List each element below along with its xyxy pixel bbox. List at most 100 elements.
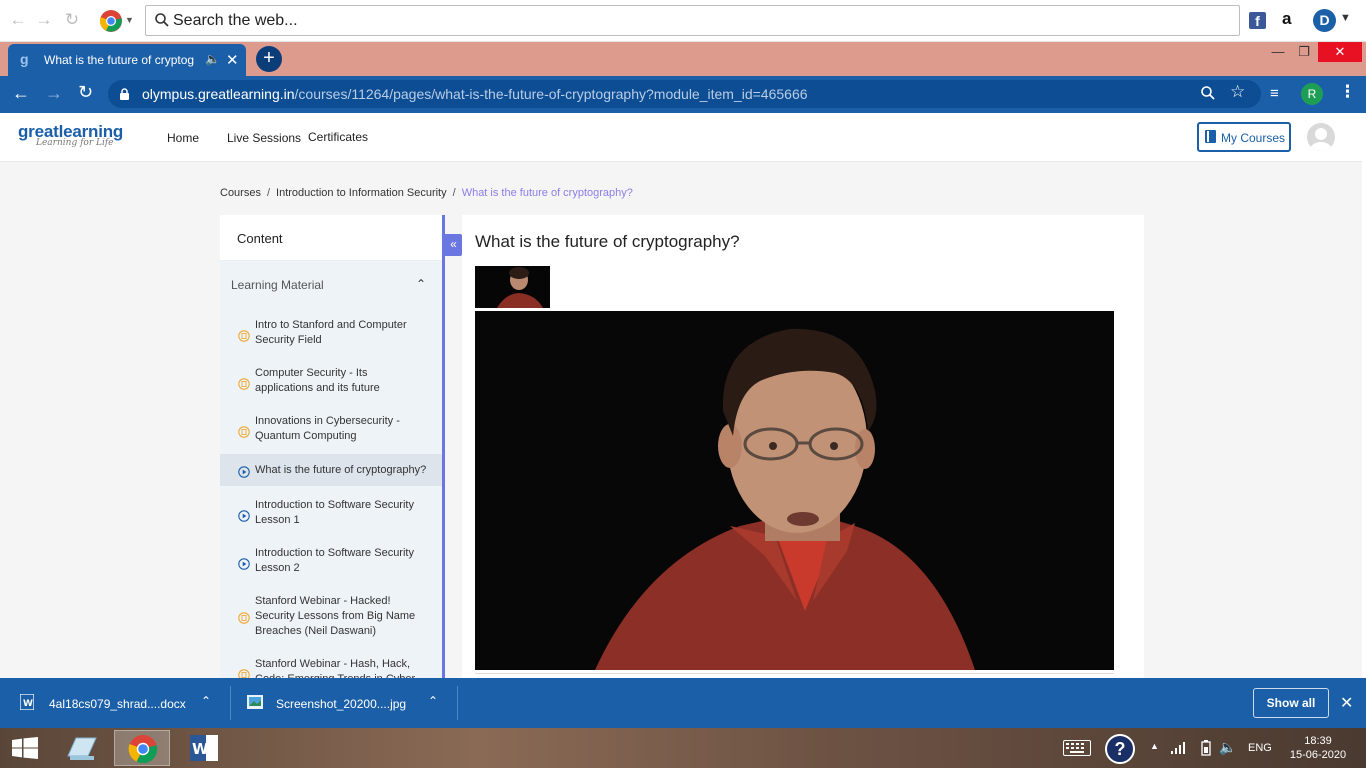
tray-chevron-icon[interactable]: ▲ bbox=[1150, 741, 1159, 751]
system-clock[interactable]: 18:39 15-06-2020 bbox=[1286, 734, 1350, 762]
document-icon bbox=[238, 668, 250, 678]
amazon-icon[interactable]: a bbox=[1282, 9, 1291, 29]
breadcrumb-courses[interactable]: Courses bbox=[220, 187, 261, 199]
svg-text:W: W bbox=[192, 740, 209, 758]
reload-icon[interactable]: ↻ bbox=[62, 10, 82, 30]
search-input[interactable] bbox=[173, 10, 1223, 32]
clock-time: 18:39 bbox=[1304, 735, 1332, 747]
keyboard-icon[interactable] bbox=[1063, 740, 1091, 756]
collapse-sidebar-button[interactable]: « bbox=[445, 234, 462, 256]
nav-certificates[interactable]: Certificates bbox=[308, 130, 368, 144]
chevron-down-icon[interactable]: ▼ bbox=[125, 15, 134, 25]
sidebar-item-label: Introduction to Software Security Lesson… bbox=[255, 499, 414, 526]
sidebar-item-label: Stanford Webinar - Hash, Hack, Code: Eme… bbox=[255, 658, 415, 678]
search-icon bbox=[155, 13, 169, 27]
reload-icon[interactable]: ↻ bbox=[78, 82, 93, 103]
windows-start-icon[interactable] bbox=[12, 737, 38, 759]
back-icon[interactable]: ← bbox=[8, 10, 28, 30]
sidebar-item-software-security-1[interactable]: Introduction to Software Security Lesson… bbox=[220, 495, 442, 535]
extension-icon[interactable]: D bbox=[1313, 9, 1336, 32]
word-doc-icon: W bbox=[19, 693, 35, 711]
user-avatar[interactable] bbox=[1307, 123, 1335, 151]
download-filename: 4al18cs079_shrad....docx bbox=[49, 697, 186, 711]
tab-active[interactable]: g What is the future of cryptog 🔈 ✕ bbox=[8, 44, 246, 76]
breadcrumb: Courses / Introduction to Information Secu… bbox=[220, 187, 633, 199]
web-search-box[interactable] bbox=[145, 5, 1240, 36]
main-content-card: What is the future of cryptography? bbox=[462, 215, 1144, 678]
close-window-icon[interactable]: ✕ bbox=[1318, 42, 1362, 62]
zoom-icon[interactable] bbox=[1200, 85, 1216, 101]
image-file-icon bbox=[247, 695, 263, 709]
video-thumbnail[interactable] bbox=[475, 266, 550, 308]
sidebar-divider bbox=[442, 215, 445, 678]
video-player[interactable] bbox=[475, 311, 1114, 670]
sidebar-item-intro-stanford[interactable]: Intro to Stanford and Computer Security … bbox=[220, 315, 442, 355]
lock-icon bbox=[120, 87, 129, 100]
network-signal-icon[interactable] bbox=[1171, 740, 1187, 754]
sidebar-item-label: Innovations in Cybersecurity - Quantum C… bbox=[255, 415, 400, 442]
volume-icon[interactable]: 🔈 bbox=[1219, 739, 1236, 756]
tab-title: What is the future of cryptog bbox=[44, 53, 195, 67]
nav-home[interactable]: Home bbox=[167, 131, 199, 145]
learning-material-header[interactable]: Learning Material ⌃ bbox=[220, 261, 442, 307]
sidebar-item-innovations[interactable]: Innovations in Cybersecurity - Quantum C… bbox=[220, 411, 442, 451]
sidebar-item-label: What is the future of cryptography? bbox=[255, 464, 427, 476]
chevron-up-icon[interactable]: ⌃ bbox=[416, 277, 426, 291]
menu-kebab-icon[interactable]: ⋮ bbox=[1339, 82, 1356, 102]
battery-icon[interactable] bbox=[1201, 740, 1211, 756]
chrome-icon[interactable] bbox=[99, 9, 123, 33]
sidebar-item-software-security-2[interactable]: Introduction to Software Security Lesson… bbox=[220, 543, 442, 583]
breadcrumb-separator: / bbox=[452, 187, 456, 199]
chevron-down-icon[interactable]: ▼ bbox=[1340, 12, 1351, 24]
clock-date: 15-06-2020 bbox=[1289, 749, 1347, 761]
language-indicator[interactable]: ENG bbox=[1248, 742, 1272, 754]
taskbar-explorer-icon[interactable] bbox=[58, 730, 114, 766]
taskbar-word-icon[interactable]: W bbox=[176, 730, 232, 766]
breadcrumb-current: What is the future of cryptography? bbox=[461, 187, 633, 199]
book-icon bbox=[1205, 130, 1217, 144]
forward-icon[interactable]: → bbox=[45, 83, 63, 104]
media-queue-icon[interactable]: ≡ bbox=[1270, 85, 1279, 102]
speaker-icon[interactable]: 🔈 bbox=[205, 52, 220, 66]
download-item-docx[interactable]: W 4al18cs079_shrad....docx ⌃ bbox=[0, 678, 225, 728]
sidebar-item-future-cryptography[interactable]: What is the future of cryptography? bbox=[220, 454, 442, 486]
page-title: What is the future of cryptography? bbox=[475, 232, 740, 251]
site-favicon-icon: g bbox=[20, 51, 29, 67]
learning-material-label: Learning Material bbox=[231, 278, 324, 292]
nav-live-sessions[interactable]: Live Sessions bbox=[227, 131, 301, 145]
sidebar-item-webinar-hash[interactable]: Stanford Webinar - Hash, Hack, Code: Eme… bbox=[220, 654, 442, 678]
taskbar-chrome-icon[interactable] bbox=[114, 730, 170, 766]
facebook-icon[interactable]: f bbox=[1249, 12, 1266, 29]
play-icon bbox=[238, 509, 250, 522]
minimize-icon[interactable]: — bbox=[1264, 42, 1292, 62]
profile-avatar[interactable]: R bbox=[1301, 83, 1323, 105]
url-text: olympus.greatlearning.in/courses/11264/p… bbox=[142, 86, 808, 102]
learning-material-panel: Learning Material ⌃ Intro to Stanford an… bbox=[220, 261, 442, 678]
chevron-up-icon[interactable]: ⌃ bbox=[428, 694, 438, 708]
my-courses-button[interactable]: My Courses bbox=[1197, 122, 1291, 152]
chevron-up-icon[interactable]: ⌃ bbox=[201, 694, 211, 708]
app-toolbar: ← → ↻ ▼ f a D ▼ bbox=[0, 0, 1366, 42]
close-icon[interactable]: ✕ bbox=[1340, 693, 1353, 713]
restore-icon[interactable]: ❐ bbox=[1290, 42, 1318, 62]
content-sidebar: Content Learning Material ⌃ Intro to Sta… bbox=[220, 215, 442, 678]
new-tab-button[interactable]: + bbox=[256, 46, 282, 72]
my-courses-label: My Courses bbox=[1221, 131, 1286, 145]
show-all-button[interactable]: Show all bbox=[1253, 688, 1329, 718]
breadcrumb-course[interactable]: Introduction to Information Security bbox=[276, 187, 447, 199]
bookmark-star-icon[interactable]: ☆ bbox=[1230, 82, 1245, 102]
divider bbox=[230, 686, 231, 720]
close-tab-icon[interactable]: ✕ bbox=[226, 51, 239, 69]
sidebar-item-computer-security[interactable]: Computer Security - Its applications and… bbox=[220, 363, 442, 403]
content-label: Content bbox=[237, 231, 283, 246]
url-field[interactable]: olympus.greatlearning.in/courses/11264/p… bbox=[108, 80, 1261, 108]
download-item-jpg[interactable]: Screenshot_20200....jpg ⌃ bbox=[232, 678, 457, 728]
sidebar-item-label: Stanford Webinar - Hacked! Security Less… bbox=[255, 595, 416, 637]
document-icon bbox=[238, 329, 250, 342]
back-icon[interactable]: ← bbox=[12, 83, 30, 104]
content-header: Content bbox=[220, 215, 442, 261]
help-icon[interactable]: ? bbox=[1105, 734, 1135, 764]
sidebar-item-webinar-hacked[interactable]: Stanford Webinar - Hacked! Security Less… bbox=[220, 591, 442, 643]
breadcrumb-separator: / bbox=[266, 187, 271, 199]
forward-icon[interactable]: → bbox=[34, 10, 54, 30]
